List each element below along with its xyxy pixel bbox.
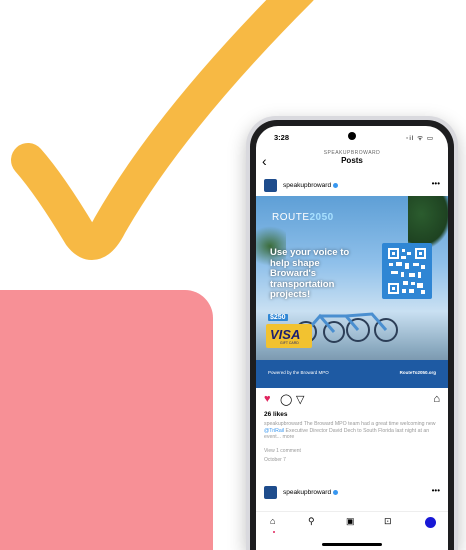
verified-icon	[333, 489, 339, 495]
caption-link[interactable]: @TriRail	[264, 428, 284, 434]
home-icon[interactable]: ⌂	[270, 516, 275, 526]
home-indicator	[322, 543, 382, 546]
phone-mockup: 3:28 ◦il ᯤ ▭ ‹ SPEAKUPBROWARD Posts spea…	[246, 116, 458, 550]
caption-more[interactable]: more	[282, 434, 294, 440]
post-username-2[interactable]: speakupbroward	[283, 489, 339, 496]
post-image[interactable]: ROUTE2050 Use your voice to help shape B…	[256, 196, 448, 388]
page-title: Posts	[341, 156, 363, 165]
post-header-2: speakupbroward •••	[256, 484, 448, 502]
status-time: 3:28	[274, 133, 290, 142]
verified-icon	[333, 182, 339, 188]
reels-icon[interactable]: ▣	[346, 516, 355, 527]
caption-text: The Broward MPO team had a great time we…	[303, 421, 436, 427]
post-caption: speakupbroward The Broward MPO team had …	[264, 421, 440, 441]
more-icon[interactable]: •••	[432, 486, 440, 495]
more-icon[interactable]: •••	[432, 179, 440, 188]
post-actions: ♥ ◯ ▽ ⌂	[256, 393, 448, 411]
caption-username[interactable]: speakupbroward	[264, 421, 302, 427]
post-header: speakupbroward •••	[256, 177, 448, 195]
post-date: October 7	[264, 457, 286, 463]
posts-header: ‹ SPEAKUPBROWARD Posts	[256, 150, 448, 174]
avatar[interactable]	[264, 486, 277, 499]
post-headline: Use your voice to help shape Broward's t…	[270, 247, 350, 300]
visa-gift-card-badge: $250 VISA GIFT CARD	[266, 314, 312, 348]
post-username[interactable]: speakupbroward	[283, 182, 339, 189]
promo-amount: $250	[268, 314, 288, 321]
status-icons: ◦il ᯤ ▭	[406, 135, 434, 142]
visa-logo: VISA	[270, 327, 301, 342]
qr-code	[382, 243, 432, 299]
chevron-left-icon[interactable]: ‹	[262, 153, 267, 169]
status-bar: 3:28 ◦il ᯤ ▭	[256, 126, 448, 146]
qr-code-icon	[387, 247, 427, 295]
comment-icon[interactable]: ◯	[280, 393, 292, 406]
shop-icon[interactable]: ⊡	[384, 516, 392, 527]
bottom-nav: ⌂ ⚲ ▣ ⊡	[256, 511, 448, 536]
view-comments-link[interactable]: View 1 comment	[264, 448, 301, 454]
palm-tree-graphic	[408, 196, 448, 250]
camera-icon	[348, 132, 356, 140]
powered-by: Powered by the Broward MPO	[268, 370, 329, 375]
home-active-dot	[273, 531, 275, 533]
route-2050-logo: ROUTE2050	[272, 212, 334, 223]
promo-sub: GIFT CARD	[280, 341, 299, 345]
heart-icon[interactable]: ♥	[264, 393, 271, 405]
share-icon[interactable]: ▽	[296, 393, 304, 406]
search-icon[interactable]: ⚲	[308, 516, 315, 527]
pink-card	[0, 290, 213, 550]
likes-count[interactable]: 26 likes	[264, 411, 288, 418]
post-footer-band: Powered by the Broward MPO RouteTo2050.o…	[256, 360, 448, 388]
phone-screen: 3:28 ◦il ᯤ ▭ ‹ SPEAKUPBROWARD Posts spea…	[256, 126, 448, 550]
bookmark-icon[interactable]: ⌂	[433, 393, 440, 405]
avatar[interactable]	[264, 179, 277, 192]
profile-avatar[interactable]	[425, 517, 436, 528]
website-url: RouteTo2050.org	[399, 370, 436, 375]
